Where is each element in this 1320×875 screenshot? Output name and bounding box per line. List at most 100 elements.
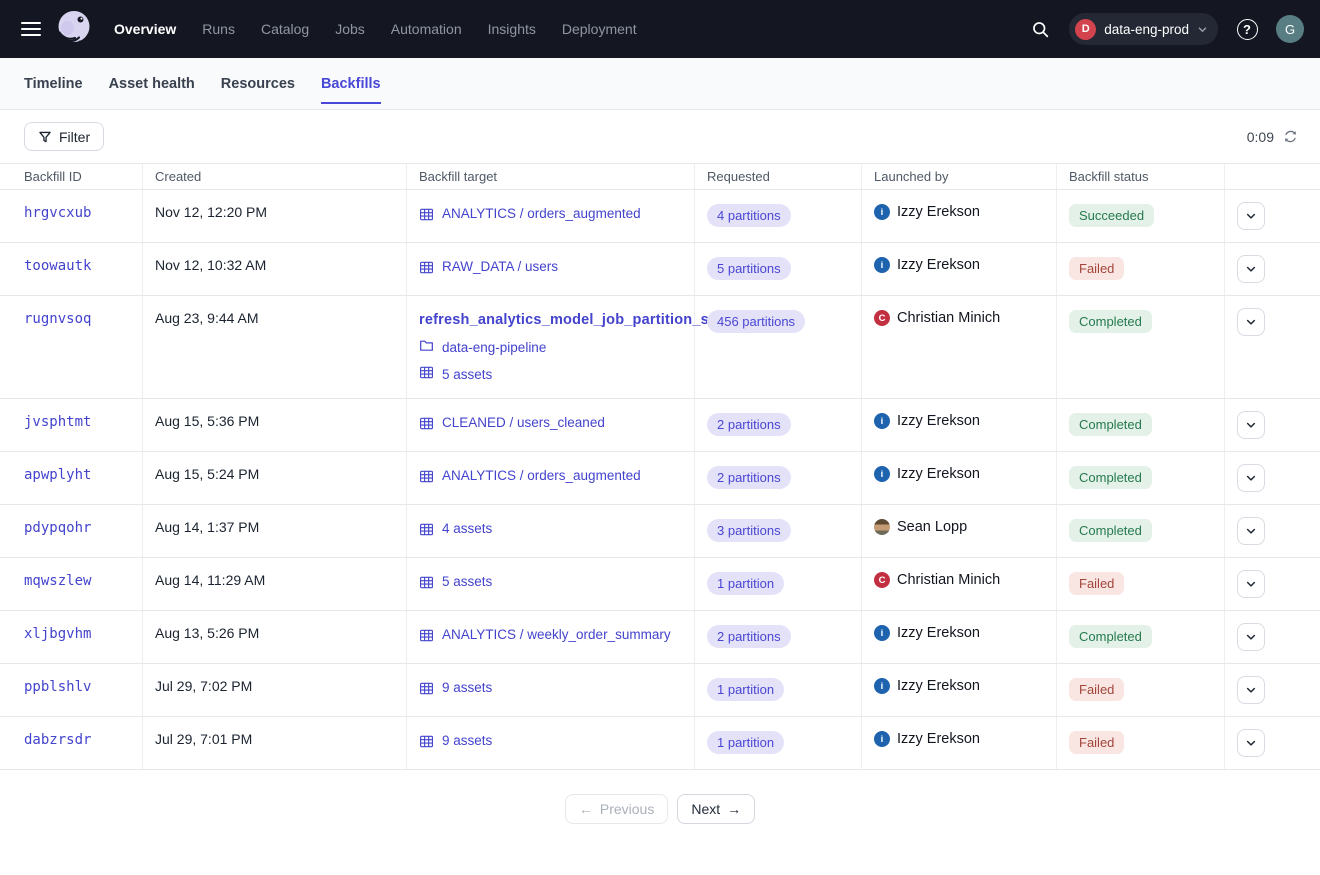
created-timestamp: Aug 15, 5:24 PM	[155, 466, 259, 482]
backfill-id-link[interactable]: jvsphtmt	[24, 414, 91, 430]
funnel-icon	[38, 130, 52, 144]
backfill-target-link[interactable]: CLEANED / users_cleaned	[419, 413, 682, 433]
requested-cell: 456 partitions	[695, 296, 862, 398]
backfill-id-link[interactable]: rugnvsoq	[24, 311, 91, 327]
backfill-id-cell: toowautk	[0, 243, 143, 295]
requested-cell: 1 partition	[695, 717, 862, 769]
backfill-id-link[interactable]: mqwszlew	[24, 573, 91, 589]
created-timestamp: Aug 15, 5:36 PM	[155, 413, 259, 429]
backfill-target-link[interactable]: ANALYTICS / orders_augmented	[419, 204, 682, 224]
partitions-badge: 3 partitions	[707, 519, 791, 542]
backfill-id-cell: hrgvcxub	[0, 190, 143, 242]
backfill-id-link[interactable]: toowautk	[24, 258, 91, 274]
overview-tabs: Timeline Asset health Resources Backfill…	[0, 58, 1320, 110]
launcher-name: Christian Minich	[897, 572, 1000, 588]
row-expand-button[interactable]	[1237, 729, 1265, 757]
status-badge: Completed	[1069, 413, 1152, 436]
backfill-id-cell: mqwszlew	[0, 558, 143, 610]
row-expand-button[interactable]	[1237, 202, 1265, 230]
search-icon[interactable]	[1023, 12, 1057, 46]
tab-timeline[interactable]: Timeline	[24, 58, 83, 109]
row-expand-button[interactable]	[1237, 517, 1265, 545]
row-expand-button[interactable]	[1237, 411, 1265, 439]
next-page-button[interactable]: Next →	[677, 794, 755, 824]
partitions-badge: 2 partitions	[707, 625, 791, 648]
launcher-avatar: C	[874, 310, 890, 326]
backfill-id-link[interactable]: ppblshlv	[24, 679, 91, 695]
created-cell: Aug 15, 5:36 PM	[143, 399, 407, 451]
backfill-target-link[interactable]: ANALYTICS / orders_augmented	[419, 466, 682, 486]
created-timestamp: Nov 12, 12:20 PM	[155, 204, 267, 220]
chevron-down-icon	[1245, 210, 1257, 222]
code-location-link[interactable]: data-eng-pipeline	[442, 340, 546, 356]
partitions-badge: 1 partition	[707, 678, 784, 701]
backfill-id-cell: pdypqohr	[0, 505, 143, 557]
backfill-id-link[interactable]: xljbgvhm	[24, 626, 91, 642]
backfill-target-cell: ANALYTICS / weekly_order_summary	[407, 611, 695, 663]
nav-item-catalog[interactable]: Catalog	[261, 21, 309, 37]
backfill-target-link[interactable]: 9 assets	[419, 678, 682, 698]
backfill-id-cell: ppblshlv	[0, 664, 143, 716]
tab-resources[interactable]: Resources	[221, 58, 295, 109]
row-expand-button[interactable]	[1237, 676, 1265, 704]
user-avatar[interactable]: G	[1276, 15, 1304, 43]
backfill-target-link[interactable]: RAW_DATA / users	[419, 257, 682, 277]
launched-by-cell: i Izzy Erekson	[862, 717, 1057, 769]
header-created: Created	[143, 164, 407, 189]
row-expand-button[interactable]	[1237, 570, 1265, 598]
status-badge: Completed	[1069, 466, 1152, 489]
nav-item-insights[interactable]: Insights	[488, 21, 536, 37]
backfill-target-link[interactable]: ANALYTICS / weekly_order_summary	[419, 625, 682, 645]
row-expand-button[interactable]	[1237, 623, 1265, 651]
help-icon[interactable]: ?	[1230, 12, 1264, 46]
menu-icon[interactable]	[14, 12, 48, 46]
nav-item-overview[interactable]: Overview	[114, 21, 176, 37]
left-arrow-icon: ←	[579, 801, 593, 817]
chevron-down-icon	[1245, 737, 1257, 749]
asset-table-icon	[419, 469, 434, 484]
header-actions	[1225, 164, 1320, 189]
status-cell: Completed	[1057, 505, 1225, 557]
table-row: rugnvsoq Aug 23, 9:44 AM refresh_analyti…	[0, 296, 1320, 399]
nav-item-jobs[interactable]: Jobs	[335, 21, 365, 37]
dagster-logo-icon[interactable]	[54, 7, 96, 51]
row-expand-button[interactable]	[1237, 255, 1265, 283]
job-partition-set-link[interactable]: refresh_analytics_model_job_partition_se…	[419, 310, 682, 330]
nav-item-deployment[interactable]: Deployment	[562, 21, 637, 37]
table-row: toowautk Nov 12, 10:32 AM RAW_DATA / use…	[0, 243, 1320, 296]
backfill-id-link[interactable]: dabzrsdr	[24, 732, 91, 748]
tab-asset-health[interactable]: Asset health	[109, 58, 195, 109]
table-row: dabzrsdr Jul 29, 7:01 PM 9 assets 1 part…	[0, 717, 1320, 770]
pagination: ← Previous Next →	[0, 794, 1320, 824]
filter-button[interactable]: Filter	[24, 122, 104, 151]
row-expand-button[interactable]	[1237, 308, 1265, 336]
backfill-target-link[interactable]: 9 assets	[419, 731, 682, 751]
launcher-name: Sean Lopp	[897, 519, 967, 535]
backfill-target-cell: 5 assets	[407, 558, 695, 610]
backfill-id-link[interactable]: pdypqohr	[24, 520, 91, 536]
launcher-avatar: C	[874, 572, 890, 588]
row-expand-button[interactable]	[1237, 464, 1265, 492]
launcher-name: Izzy Erekson	[897, 625, 980, 641]
launcher-avatar: i	[874, 678, 890, 694]
backfill-target-link[interactable]: 5 assets	[419, 572, 682, 592]
tab-backfills[interactable]: Backfills	[321, 58, 381, 109]
backfill-id-link[interactable]: hrgvcxub	[24, 205, 91, 221]
backfill-target-link[interactable]: 4 assets	[419, 519, 682, 539]
refresh-icon[interactable]	[1281, 127, 1300, 146]
asset-count-link[interactable]: 5 assets	[442, 367, 492, 383]
partitions-badge: 2 partitions	[707, 466, 791, 489]
launcher-name: Christian Minich	[897, 310, 1000, 326]
actions-cell	[1225, 558, 1320, 610]
actions-cell	[1225, 611, 1320, 663]
chevron-down-icon	[1245, 578, 1257, 590]
workspace-switcher[interactable]: D data-eng-prod	[1069, 13, 1218, 45]
previous-page-button[interactable]: ← Previous	[565, 794, 668, 824]
nav-item-runs[interactable]: Runs	[202, 21, 235, 37]
actions-cell	[1225, 399, 1320, 451]
nav-item-automation[interactable]: Automation	[391, 21, 462, 37]
launched-by-cell: i Izzy Erekson	[862, 399, 1057, 451]
header-requested: Requested	[695, 164, 862, 189]
status-cell: Completed	[1057, 296, 1225, 398]
backfill-id-link[interactable]: apwplyht	[24, 467, 91, 483]
